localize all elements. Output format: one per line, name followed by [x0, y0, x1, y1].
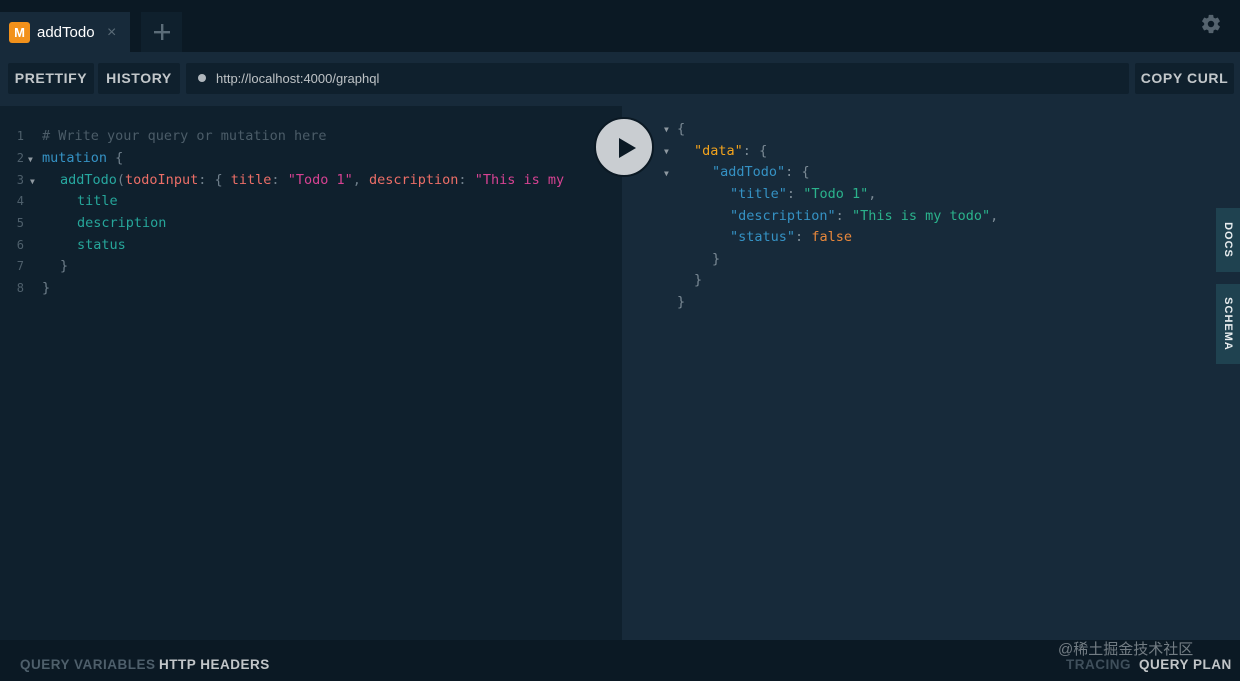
tab-addtodo[interactable]: M addTodo ×: [0, 12, 130, 52]
bottom-bar: QUERY VARIABLES HTTP HEADERS TRACING QUE…: [0, 640, 1240, 681]
schema-tab[interactable]: SCHEMA: [1216, 284, 1240, 364]
gear-icon[interactable]: [1200, 13, 1222, 35]
tracing-tab[interactable]: TRACING: [1066, 657, 1131, 672]
brace: {: [214, 172, 223, 188]
brace: }: [60, 258, 69, 274]
query-variables-tab[interactable]: QUERY VARIABLES: [20, 657, 156, 672]
arg-todoinput: todoInput: [125, 172, 199, 188]
result-viewer: ▼ ▼ ▼ { "data": { "addTodo": { "title": …: [622, 106, 1240, 640]
watermark: @稀土掘金技术社区: [1058, 641, 1194, 658]
brace: }: [42, 280, 51, 296]
http-headers-tab[interactable]: HTTP HEADERS: [159, 657, 270, 672]
line-number: 4: [16, 194, 24, 208]
brace: {: [801, 164, 810, 180]
history-button[interactable]: HISTORY: [98, 63, 180, 94]
line-number: 7: [16, 259, 24, 273]
brace: }: [677, 294, 686, 310]
code-line-2: mutation {: [42, 150, 123, 166]
result-line-status: "status": false: [730, 229, 852, 245]
docs-tab-label: DOCS: [1222, 222, 1234, 258]
fold-arrow-icon[interactable]: ▼: [30, 177, 35, 186]
line-number: 5: [16, 216, 24, 230]
tab-title: addTodo: [37, 24, 95, 41]
value-status: false: [811, 229, 852, 245]
play-icon: [619, 138, 636, 158]
tab-badge: M: [9, 22, 30, 43]
brace: }: [712, 251, 721, 267]
keyword-mutation: mutation: [42, 150, 108, 166]
colon: :: [458, 172, 467, 188]
colon: :: [795, 229, 804, 245]
brace: {: [759, 143, 768, 159]
colon: :: [786, 186, 796, 202]
connection-status-icon: [198, 74, 206, 82]
string-value: "Todo 1": [287, 172, 353, 188]
fold-arrow-icon[interactable]: ▼: [664, 125, 669, 134]
code-line-3: addTodo(todoInput: { title: "Todo 1", de…: [60, 172, 564, 188]
query-plan-tab[interactable]: QUERY PLAN: [1139, 657, 1232, 672]
code-comment: # Write your query or mutation here: [42, 128, 327, 144]
prettify-button[interactable]: PRETTIFY: [8, 63, 94, 94]
value-description: "This is my todo": [851, 208, 991, 224]
line-number: 1: [16, 129, 24, 143]
key-title: "title": [730, 186, 787, 202]
tab-close-icon[interactable]: ×: [107, 22, 116, 43]
fold-arrow-icon[interactable]: ▼: [664, 147, 669, 156]
schema-tab-label: SCHEMA: [1222, 297, 1234, 351]
result-line-addtodo: "addTodo": {: [712, 164, 810, 180]
line-number: 3: [16, 173, 24, 187]
key-description: "description": [730, 208, 836, 224]
brace: {: [677, 121, 686, 137]
arg-title: title: [230, 172, 272, 188]
key-addtodo: "addTodo": [712, 164, 786, 180]
endpoint-url-text: http://localhost:4000/graphql: [216, 71, 380, 86]
key-data: "data": [694, 143, 743, 159]
colon: :: [835, 208, 844, 224]
colon: :: [271, 172, 280, 188]
colon: :: [742, 143, 751, 159]
fold-arrow-icon[interactable]: ▼: [664, 169, 669, 178]
fold-arrow-icon[interactable]: ▼: [28, 155, 33, 164]
copy-curl-button[interactable]: COPY CURL: [1135, 63, 1234, 94]
colon: :: [198, 172, 207, 188]
field-title: title: [77, 193, 118, 209]
string-value: "This is my: [474, 172, 565, 188]
value-title: "Todo 1": [803, 186, 869, 202]
plus-icon: [154, 24, 170, 40]
endpoint-url-input[interactable]: http://localhost:4000/graphql: [186, 63, 1129, 94]
result-line-data: "data": {: [694, 143, 767, 159]
comma: ,: [352, 172, 361, 188]
result-line-title: "title": "Todo 1",: [730, 186, 876, 202]
paren: (: [116, 172, 126, 188]
query-editor[interactable]: 1 2 3 4 5 6 7 8 ▼ ▼ # Write your query o…: [0, 106, 622, 640]
brace: {: [115, 150, 124, 166]
comma: ,: [868, 186, 877, 202]
run-query-button[interactable]: [594, 117, 654, 177]
field-status: status: [77, 237, 126, 253]
toolbar: PRETTIFY HISTORY http://localhost:4000/g…: [0, 52, 1240, 106]
brace: }: [694, 272, 703, 288]
comma: ,: [990, 208, 999, 224]
colon: :: [785, 164, 794, 180]
tab-bar: M addTodo ×: [0, 0, 1240, 52]
result-line-description: "description": "This is my todo",: [730, 208, 998, 224]
field-description: description: [77, 215, 167, 231]
docs-tab[interactable]: DOCS: [1216, 208, 1240, 272]
line-number: 6: [16, 238, 24, 252]
key-status: "status": [730, 229, 796, 245]
arg-description: description: [369, 172, 459, 188]
add-tab-button[interactable]: [141, 12, 182, 52]
line-number: 2: [16, 151, 24, 165]
line-number: 8: [16, 281, 24, 295]
field-addtodo: addTodo: [60, 172, 117, 188]
